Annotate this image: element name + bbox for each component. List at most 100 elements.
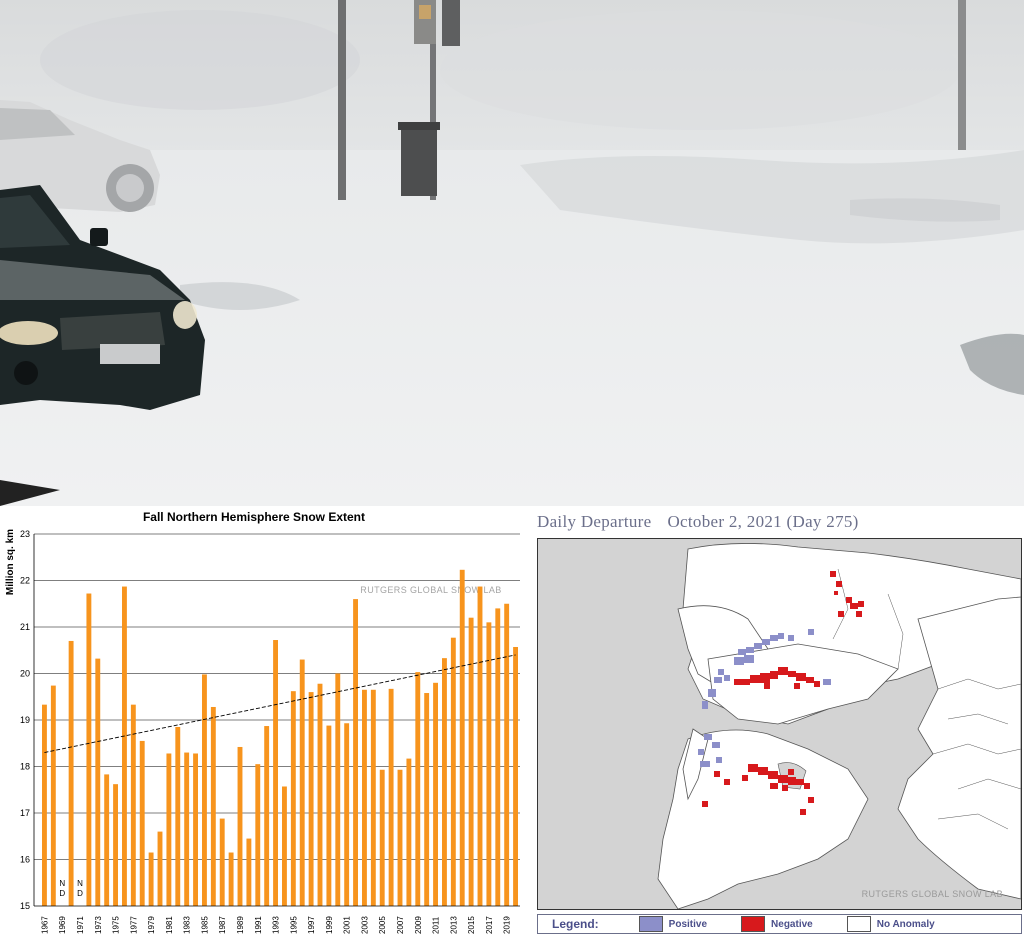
snow-departure-map-panel: Daily Departure October 2, 2021 (Day 275) bbox=[527, 506, 1024, 934]
y-tick-label: 22 bbox=[20, 576, 30, 586]
legend-label-negative: Negative bbox=[771, 918, 813, 930]
bar-1968 bbox=[50, 685, 56, 906]
bar-1985 bbox=[202, 674, 207, 906]
legend-item-positive: Positive bbox=[638, 916, 707, 932]
bar-2004 bbox=[370, 689, 376, 906]
x-tick-label: 2009 bbox=[414, 916, 423, 934]
bar-2018 bbox=[495, 608, 501, 906]
bar-1974 bbox=[104, 774, 110, 906]
bar-1977 bbox=[130, 704, 136, 906]
bar-2020 bbox=[513, 646, 518, 906]
y-tick-label: 15 bbox=[20, 901, 30, 911]
snowy-street-photo bbox=[0, 0, 1024, 506]
bar-1999 bbox=[326, 725, 332, 906]
bar-1991 bbox=[255, 764, 261, 906]
bar-1976 bbox=[122, 586, 127, 906]
bar-2003 bbox=[362, 689, 367, 906]
x-tick-label: 2019 bbox=[503, 916, 512, 934]
no-data-label: D bbox=[77, 889, 83, 898]
legend-label-no-anomaly: No Anomaly bbox=[876, 918, 935, 930]
x-tick-label: 1989 bbox=[236, 916, 245, 934]
bar-1975 bbox=[113, 784, 118, 906]
bar-1990 bbox=[246, 838, 252, 906]
y-tick-label: 18 bbox=[20, 762, 30, 772]
legend-title: Legend: bbox=[552, 917, 599, 931]
chart-title: Fall Northern Hemisphere Snow Extent bbox=[143, 510, 365, 524]
y-tick-label: 20 bbox=[20, 669, 30, 679]
no-data-marker: ND bbox=[59, 879, 65, 898]
bar-1992 bbox=[264, 726, 270, 906]
x-tick-label: 1983 bbox=[183, 916, 192, 934]
legend-item-no-anomaly: No Anomaly bbox=[846, 916, 935, 932]
bar-1987 bbox=[219, 818, 225, 906]
bar-2016 bbox=[477, 586, 483, 906]
x-tick-label: 1973 bbox=[94, 916, 103, 934]
legend-swatch-positive bbox=[638, 916, 663, 932]
y-tick-label: 19 bbox=[20, 715, 30, 725]
x-tick-label: 2015 bbox=[467, 916, 476, 934]
bar-1996 bbox=[299, 659, 305, 906]
x-tick-label: 1985 bbox=[200, 916, 209, 934]
bar-1970 bbox=[68, 640, 74, 906]
map-title-left: Daily Departure bbox=[537, 512, 652, 531]
x-tick-label: 2011 bbox=[432, 916, 441, 934]
bar-1988 bbox=[228, 852, 234, 906]
bar-1981 bbox=[166, 753, 172, 906]
bar-2005 bbox=[379, 769, 385, 906]
bar-2002 bbox=[353, 599, 358, 906]
bar-1967 bbox=[42, 704, 47, 906]
bar-2019 bbox=[504, 603, 510, 906]
bar-1978 bbox=[139, 740, 145, 906]
x-tick-label: 2001 bbox=[343, 916, 352, 934]
y-tick-label: 16 bbox=[20, 855, 30, 865]
no-data-label: N bbox=[77, 879, 83, 888]
bar-1979 bbox=[148, 852, 154, 906]
map-title-date: October 2, 2021 (Day 275) bbox=[667, 512, 859, 531]
bar-1972 bbox=[86, 593, 92, 906]
chart-y-axis-label: Million sq. km bbox=[5, 529, 16, 595]
legend-swatch-no-anomaly bbox=[846, 916, 871, 932]
bar-2014 bbox=[459, 569, 465, 906]
bar-1994 bbox=[282, 786, 287, 906]
snow-extent-chart: Fall Northern Hemisphere Snow Extent Mil… bbox=[0, 506, 527, 934]
x-tick-label: 1997 bbox=[307, 916, 316, 934]
no-data-marker: ND bbox=[77, 879, 83, 898]
map-svg bbox=[538, 539, 1021, 909]
bar-2013 bbox=[450, 637, 456, 906]
x-tick-label: 1995 bbox=[289, 916, 298, 934]
bar-1997 bbox=[308, 692, 314, 906]
bar-2009 bbox=[415, 672, 421, 906]
bar-2001 bbox=[344, 723, 350, 906]
bar-1986 bbox=[210, 706, 216, 906]
y-tick-label: 21 bbox=[20, 622, 30, 632]
bar-1982 bbox=[175, 726, 181, 906]
bar-1980 bbox=[157, 831, 163, 906]
bar-2006 bbox=[388, 688, 394, 906]
x-tick-label: 2005 bbox=[378, 916, 387, 934]
x-tick-label: 1967 bbox=[40, 916, 49, 934]
map-title: Daily Departure October 2, 2021 (Day 275) bbox=[537, 512, 859, 532]
bar-2000 bbox=[335, 673, 341, 906]
bar-1993 bbox=[273, 640, 278, 906]
legend-item-negative: Negative bbox=[741, 916, 813, 932]
map-credit: RUTGERS GLOBAL SNOW LAB bbox=[861, 889, 1003, 899]
x-tick-label: 1991 bbox=[254, 916, 263, 934]
y-tick-label: 23 bbox=[20, 529, 30, 539]
bar-2015 bbox=[468, 617, 474, 906]
x-tick-label: 1987 bbox=[218, 916, 227, 934]
snow-departure-map: RUTGERS GLOBAL SNOW LAB bbox=[537, 538, 1022, 910]
x-tick-label: 1975 bbox=[112, 916, 121, 934]
x-tick-label: 1999 bbox=[325, 916, 334, 934]
no-data-label: D bbox=[59, 889, 65, 898]
x-tick-label: 1981 bbox=[165, 916, 174, 934]
x-tick-label: 1969 bbox=[58, 916, 67, 934]
legend-swatch-negative bbox=[741, 916, 766, 932]
bar-2010 bbox=[424, 693, 430, 906]
x-tick-label: 2017 bbox=[485, 916, 494, 934]
x-tick-label: 1977 bbox=[129, 916, 138, 934]
bar-1984 bbox=[193, 753, 198, 906]
bar-1998 bbox=[317, 683, 323, 906]
x-tick-label: 1979 bbox=[147, 916, 156, 934]
x-tick-label: 2003 bbox=[360, 916, 369, 934]
x-tick-label: 1971 bbox=[76, 916, 85, 934]
